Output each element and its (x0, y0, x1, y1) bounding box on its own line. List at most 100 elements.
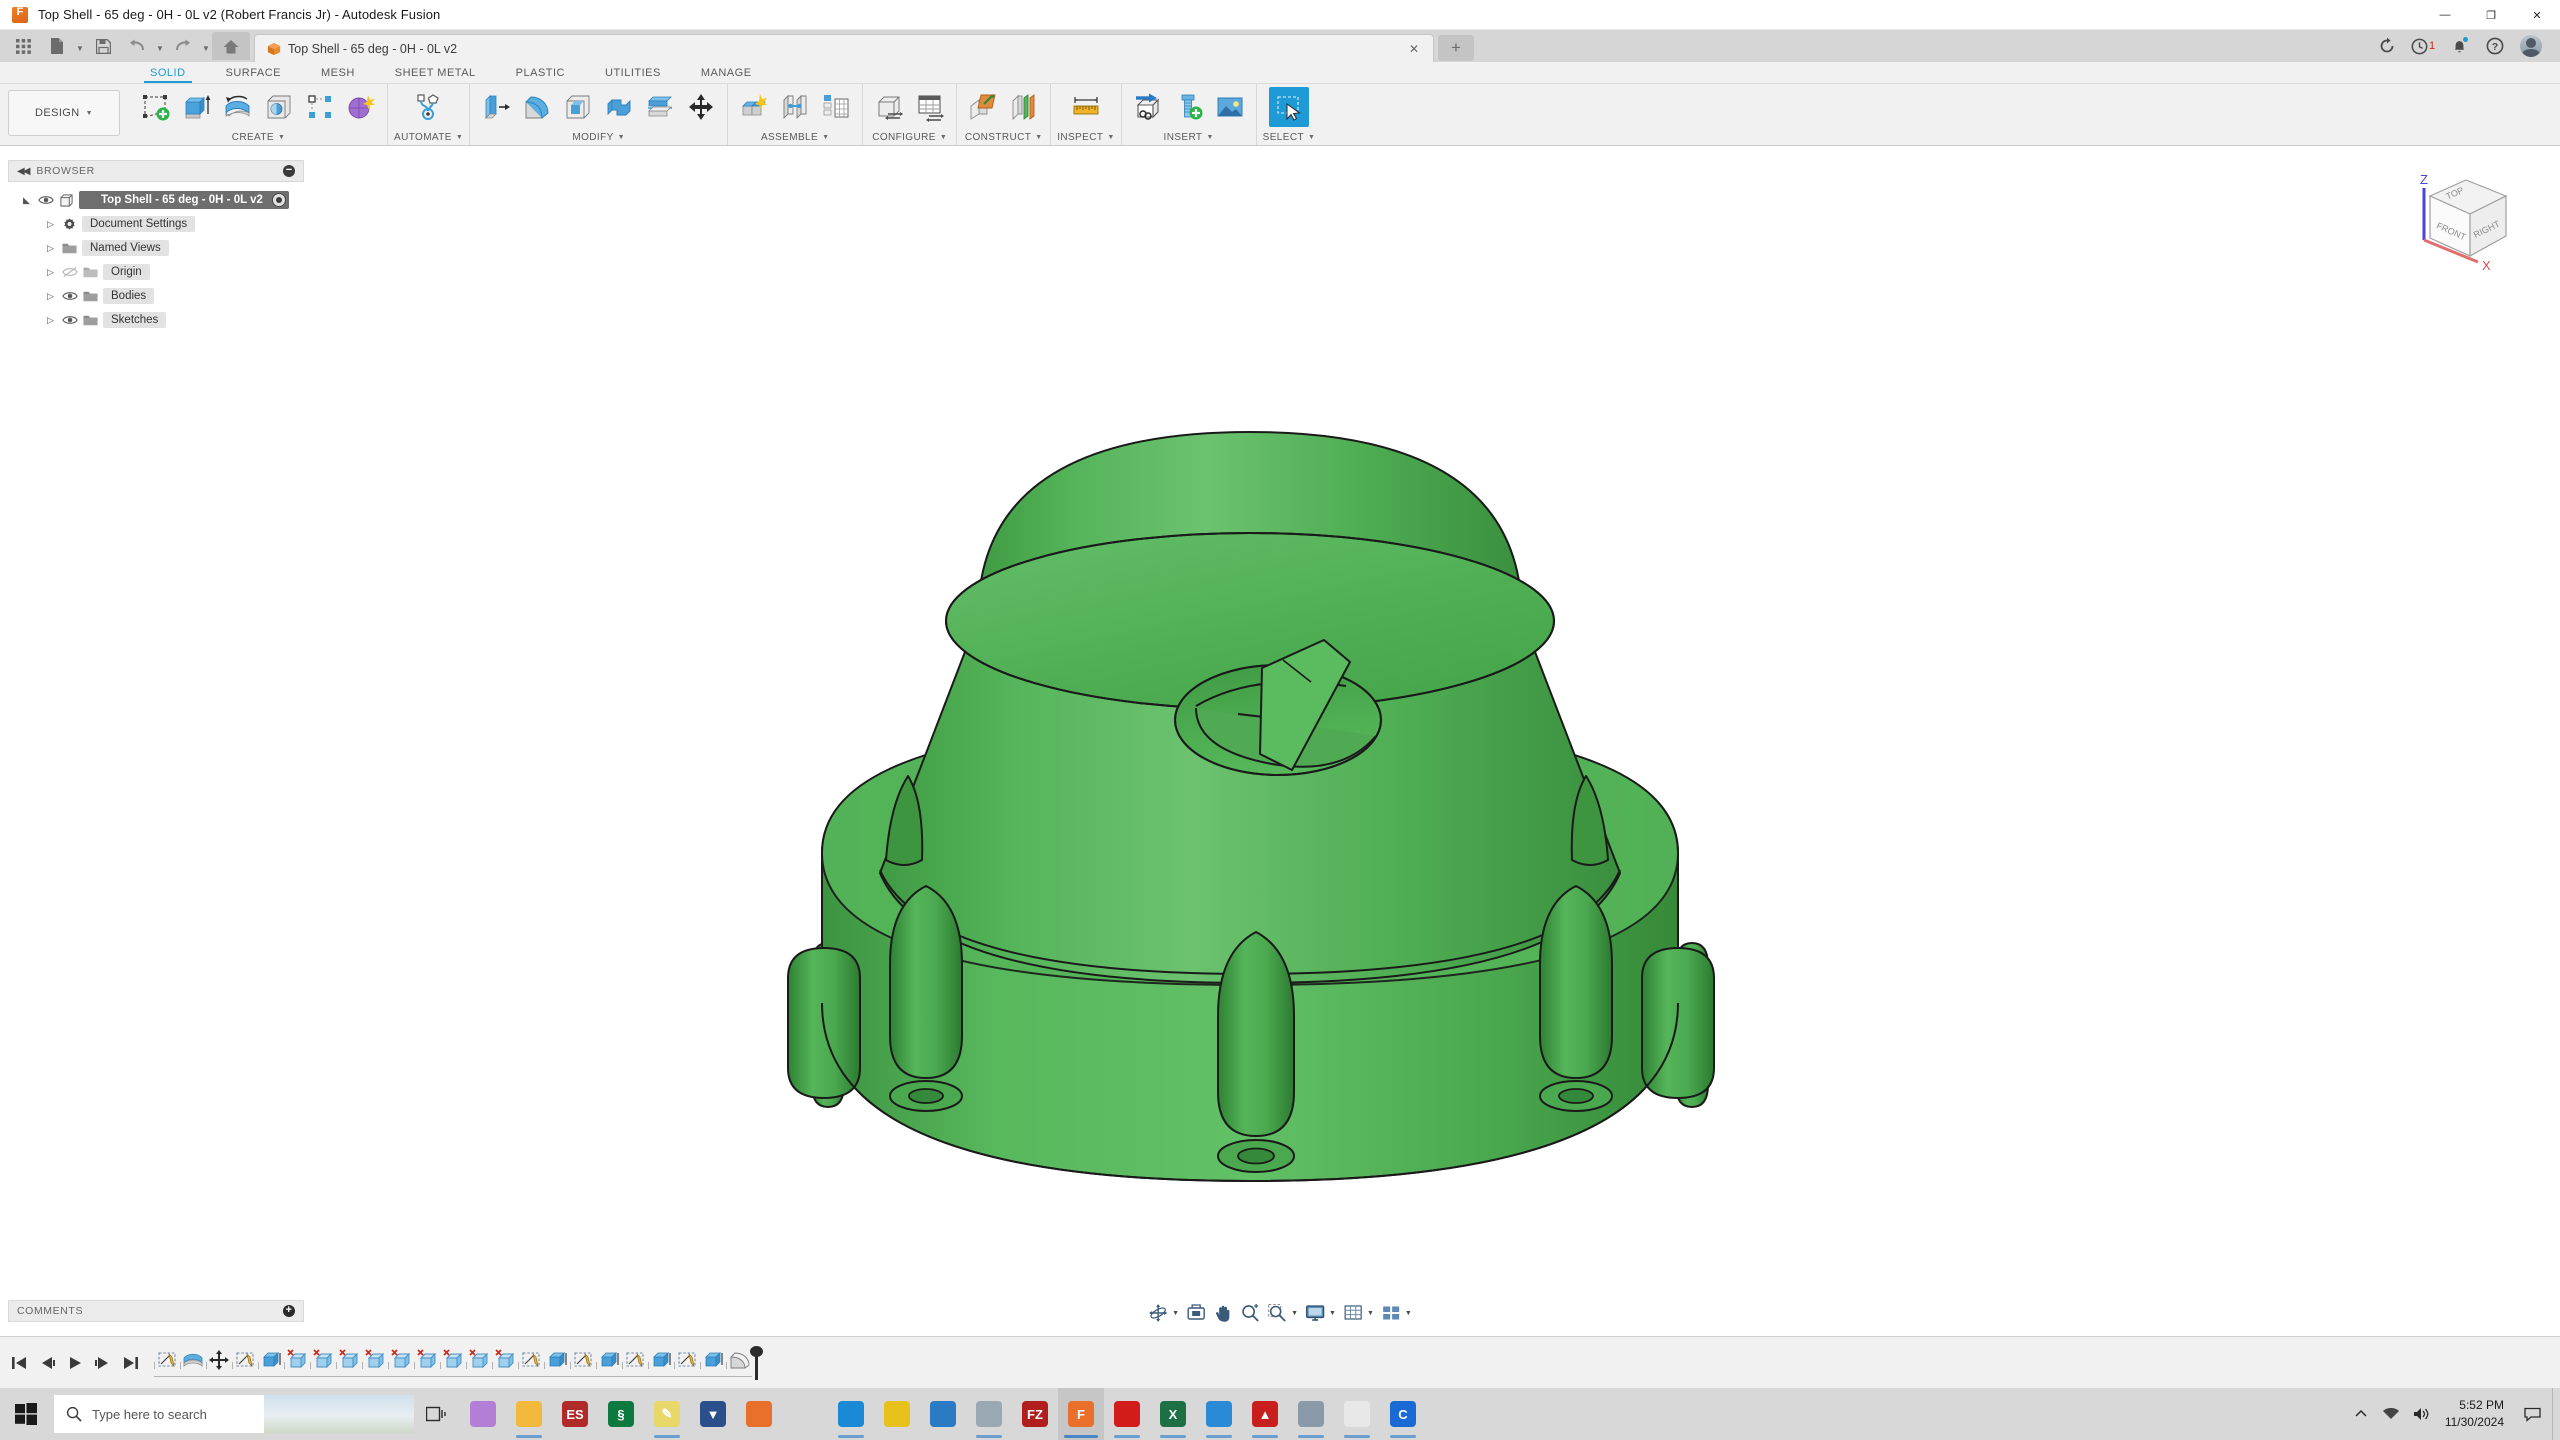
create-more-tool[interactable] (341, 87, 381, 127)
eye-icon[interactable] (38, 193, 54, 207)
tab-solid[interactable]: SOLID (130, 62, 206, 83)
shell-tool[interactable] (558, 87, 598, 127)
browser-item-named-views[interactable]: ▷ Named Views (8, 236, 304, 260)
task-view-button[interactable] (414, 1388, 460, 1440)
revolve-tool[interactable] (218, 87, 258, 127)
cura-app[interactable]: § (598, 1388, 644, 1440)
timeline-sketch-1[interactable] (154, 1345, 180, 1375)
notepad-app[interactable]: ✎ (644, 1388, 690, 1440)
fit-button[interactable] (1264, 1301, 1290, 1325)
adobe-reader-app[interactable]: ▲ (1242, 1388, 1288, 1440)
timeline-track[interactable] (154, 1343, 752, 1383)
split-face-tool[interactable] (640, 87, 680, 127)
automate-tool[interactable] (409, 87, 449, 127)
timeline-extrude-5[interactable] (700, 1345, 726, 1375)
job-status-button[interactable]: 1 (2406, 32, 2440, 60)
expander-icon[interactable]: ▷ (44, 290, 57, 303)
step-forward-button[interactable] (90, 1349, 116, 1377)
design-canvas[interactable]: ◀◀ BROWSER − ◣ Top Shell - 65 deg - 0H -… (0, 148, 2560, 1336)
user-account-button[interactable] (2514, 32, 2548, 60)
orbit-button[interactable] (1145, 1301, 1171, 1325)
new-component-tool[interactable] (734, 87, 774, 127)
browser-root-node[interactable]: ◣ Top Shell - 65 deg - 0H - 0L v2 (8, 188, 304, 212)
eye-icon[interactable] (62, 313, 78, 327)
go-to-beginning-button[interactable] (6, 1349, 32, 1377)
fusion-team-app[interactable]: ▼ (690, 1388, 736, 1440)
tab-mesh[interactable]: MESH (301, 62, 375, 83)
combine-tool[interactable] (599, 87, 639, 127)
timeline-end-marker[interactable] (750, 1345, 763, 1380)
redo-button[interactable] (166, 32, 200, 60)
browser-item-bodies[interactable]: ▷ Bodies (8, 284, 304, 308)
create-configuration-tool[interactable] (869, 87, 909, 127)
timeline-cut-4[interactable] (362, 1345, 388, 1375)
expander-icon[interactable]: ▷ (44, 266, 57, 279)
undo-button[interactable] (120, 32, 154, 60)
workspace-selector[interactable]: DESIGN ▼ (8, 90, 120, 136)
timeline-cut-1[interactable] (284, 1345, 310, 1375)
minimize-button[interactable]: — (2422, 0, 2468, 30)
viewports-caret-icon[interactable]: ▼ (1405, 1310, 1415, 1317)
timeline-extrude-4[interactable] (648, 1345, 674, 1375)
timeline-cut-5[interactable] (388, 1345, 414, 1375)
timeline-fillet-1[interactable] (726, 1345, 752, 1375)
slicer-app[interactable] (1334, 1388, 1380, 1440)
display-settings-caret-icon[interactable]: ▼ (1329, 1310, 1339, 1317)
insert-mcmaster-tool[interactable] (1169, 87, 1209, 127)
app-grid-button[interactable] (6, 32, 40, 60)
tab-sheet-metal[interactable]: SHEET METAL (375, 62, 496, 83)
timeline-sketch-6[interactable] (674, 1345, 700, 1375)
refresh-button[interactable] (2370, 32, 2404, 60)
file-explorer-app[interactable] (506, 1388, 552, 1440)
radio-dot-icon[interactable] (271, 193, 286, 207)
timeline-cut-8[interactable] (466, 1345, 492, 1375)
create-sketch-tool[interactable] (136, 87, 176, 127)
document-tab-close-icon[interactable]: ✕ (1409, 43, 1419, 55)
show-desktop-button[interactable] (2552, 1388, 2560, 1440)
timeline-cut-9[interactable] (492, 1345, 518, 1375)
home-button[interactable] (212, 32, 250, 60)
timeline-move-1[interactable] (206, 1345, 232, 1375)
rectangular-pattern-tool[interactable] (300, 87, 340, 127)
new-file-caret-icon[interactable]: ▼ (74, 32, 86, 60)
grid-snaps-button[interactable] (1340, 1301, 1366, 1325)
timeline-sketch-3[interactable] (518, 1345, 544, 1375)
fusion-app[interactable]: F (1058, 1388, 1104, 1440)
redo-caret-icon[interactable]: ▼ (200, 32, 212, 60)
onedrive-app[interactable] (1196, 1388, 1242, 1440)
comments-panel[interactable]: COMMENTS + (8, 1300, 304, 1322)
measure-tool[interactable] (1066, 87, 1106, 127)
top-shell-conical-part[interactable] (0, 148, 2560, 1336)
timeline-cut-7[interactable] (440, 1345, 466, 1375)
firefox-app[interactable] (736, 1388, 782, 1440)
joint-tool[interactable] (775, 87, 815, 127)
eagle-cad-app[interactable]: ES (552, 1388, 598, 1440)
tab-plastic[interactable]: PLASTIC (496, 62, 585, 83)
fillet-tool[interactable] (517, 87, 557, 127)
printer-app[interactable] (966, 1388, 1012, 1440)
new-file-button[interactable] (40, 32, 74, 60)
new-document-tab-button[interactable]: + (1438, 35, 1474, 61)
timeline-sketch-5[interactable] (622, 1345, 648, 1375)
timeline-cut-3[interactable] (336, 1345, 362, 1375)
help-button[interactable]: ? (2478, 32, 2512, 60)
expander-icon[interactable]: ▷ (44, 314, 57, 327)
view-cube[interactable]: Z X TOP FRONT RIGHT (2400, 158, 2530, 278)
orbit-caret-icon[interactable]: ▼ (1172, 1310, 1182, 1317)
chrome-app[interactable] (874, 1388, 920, 1440)
midplane-tool[interactable] (1004, 87, 1044, 127)
start-button[interactable] (0, 1388, 52, 1440)
expander-icon[interactable]: ▷ (44, 242, 57, 255)
timeline-revolve-1[interactable] (180, 1345, 206, 1375)
filezilla-app[interactable]: FZ (1012, 1388, 1058, 1440)
calculator-app[interactable] (1288, 1388, 1334, 1440)
extrude-tool[interactable] (177, 87, 217, 127)
go-to-end-button[interactable] (118, 1349, 144, 1377)
step-back-button[interactable] (34, 1349, 60, 1377)
edge-app[interactable] (828, 1388, 874, 1440)
eye-hidden-icon[interactable] (62, 265, 78, 279)
taskbar-clock[interactable]: 5:52 PM 11/30/2024 (2441, 1397, 2512, 1431)
chevron-up-icon[interactable] (2351, 1404, 2371, 1424)
paint-app[interactable] (782, 1388, 828, 1440)
insert-canvas-tool[interactable] (1210, 87, 1250, 127)
